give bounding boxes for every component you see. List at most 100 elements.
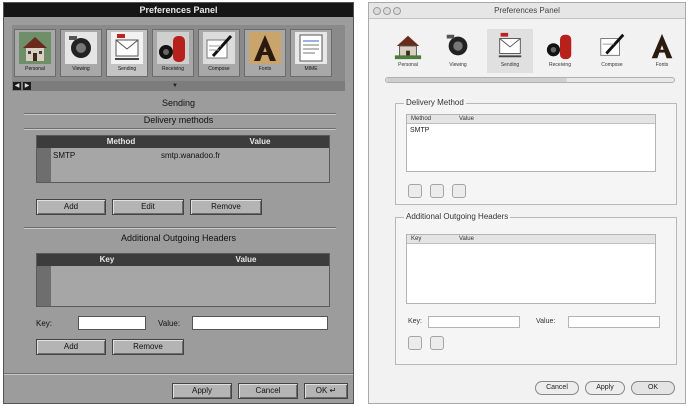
column-header-method: Method (106, 137, 136, 146)
pen-paper-icon (600, 33, 625, 56)
delivery-remove-button[interactable]: Remove (190, 199, 262, 215)
value-label: Value: (158, 319, 181, 328)
close-window-icon[interactable] (373, 7, 381, 15)
mailbox-icon (546, 34, 572, 60)
add-method-button[interactable] (408, 184, 422, 198)
toolbar-compose[interactable]: Compose (198, 29, 240, 77)
toolbar-label: Fonts (258, 66, 272, 72)
column-header-method: Method (411, 116, 432, 122)
toolbar-sending[interactable]: Sending (106, 29, 148, 77)
divider (24, 128, 336, 130)
key-input[interactable] (78, 316, 146, 330)
group-title: Delivery Method (404, 98, 466, 107)
left-preferences-window: Preferences Panel Personal Viewing Sendi… (3, 2, 354, 404)
toolbar-label: Sending (500, 62, 520, 68)
minimize-window-icon[interactable] (383, 7, 391, 15)
value-input[interactable] (568, 316, 660, 328)
toolbar-receiving[interactable]: Receiving (537, 29, 583, 73)
add-header-button[interactable] (408, 336, 422, 350)
edit-method-button[interactable] (430, 184, 444, 198)
toolbar-label: Compose (208, 66, 230, 72)
font-a-icon (249, 32, 281, 64)
document-icon (295, 32, 327, 64)
column-header-value: Value (235, 255, 257, 264)
outgoing-headers-table: Key Value (36, 253, 330, 307)
cell-method: SMTP (53, 151, 76, 160)
key-input[interactable] (428, 316, 520, 328)
scroll-thumb[interactable]: ▼ (172, 83, 178, 89)
delivery-methods-table: Method Value SMTP smtp.wanadoo.fr (36, 135, 330, 183)
toolbar-compose[interactable]: Compose (589, 29, 635, 73)
zoom-window-icon[interactable] (393, 7, 401, 15)
house-icon (19, 32, 51, 64)
toolbar-viewing[interactable]: Viewing (60, 29, 102, 77)
column-header-value: Value (459, 236, 474, 242)
font-a-icon (651, 33, 673, 59)
table-header: Key Value (37, 254, 329, 266)
toolbar-fonts[interactable]: Fonts (244, 29, 286, 77)
toolbar-receiving[interactable]: Receiving (152, 29, 194, 77)
toolbar-personal[interactable]: Personal (14, 29, 56, 77)
key-label: Key: (36, 319, 53, 328)
table-header: Method Value (407, 115, 655, 124)
apply-button[interactable]: Apply (585, 381, 625, 395)
group-title: Additional Outgoing Headers (404, 212, 511, 221)
scroll-thumb[interactable] (387, 78, 567, 82)
remove-header-button[interactable] (430, 336, 444, 350)
table-header: Method Value (37, 136, 329, 148)
header-add-button[interactable]: Add (36, 339, 106, 355)
window-title: Preferences Panel (4, 3, 353, 17)
column-header-value: Value (459, 116, 474, 122)
toolbar-sending[interactable]: Sending (487, 29, 533, 73)
divider (24, 227, 336, 229)
divider (4, 373, 353, 375)
scroll-right-arrow-icon[interactable]: ▶ (23, 82, 31, 90)
ok-button[interactable]: OK (631, 381, 675, 395)
preferences-toolbar: Personal Viewing Sending Receiving Compo… (12, 25, 345, 81)
scroll-left-arrow-icon[interactable]: ◀ (13, 82, 21, 90)
outbox-icon (111, 32, 143, 64)
outgoing-headers-table: Key Value (406, 234, 656, 304)
toolbar-label: Compose (601, 62, 623, 68)
cancel-button[interactable]: Cancel (238, 383, 298, 399)
toolbar-scrollbar[interactable]: ◀ ▶ ▼ (12, 81, 345, 91)
row-selector-column (37, 266, 51, 306)
value-label: Value: (536, 318, 556, 325)
camera-icon (446, 34, 468, 56)
section-title: Sending (161, 98, 196, 108)
delivery-add-button[interactable]: Add (36, 199, 106, 215)
column-header-key: Key (99, 255, 115, 264)
camera-icon (65, 32, 97, 64)
mailbox-icon (157, 32, 189, 64)
outgoing-headers-group: Additional Outgoing Headers Key Value Ke… (395, 212, 677, 365)
column-header-value: Value (249, 137, 271, 146)
toolbar-label: Viewing (449, 62, 467, 68)
toolbar-label: Receiving (549, 62, 571, 68)
toolbar-scrollbar[interactable] (385, 77, 675, 83)
delivery-group-title: Delivery methods (143, 115, 214, 125)
toolbar-mime[interactable]: MIME (290, 29, 332, 77)
toolbar-viewing[interactable]: Viewing (435, 29, 481, 73)
toolbar-label: Fonts (655, 62, 669, 68)
return-key-icon: ↵ (329, 386, 337, 395)
apply-button[interactable]: Apply (172, 383, 232, 399)
ok-label: OK (315, 386, 328, 395)
outbox-icon (498, 32, 522, 58)
toolbar-label: Receiving (162, 66, 184, 72)
ok-button[interactable]: OK ↵ (304, 383, 348, 399)
house-icon (394, 35, 422, 60)
toolbar-personal[interactable]: Personal (385, 29, 431, 73)
toolbar-fonts[interactable]: Fonts (639, 29, 685, 73)
cancel-button[interactable]: Cancel (535, 381, 579, 395)
toolbar-label: Sending (117, 66, 137, 72)
delivery-methods-table: Method Value SMTP (406, 114, 656, 172)
header-remove-button[interactable]: Remove (112, 339, 184, 355)
headers-group-title: Additional Outgoing Headers (120, 233, 237, 243)
value-input[interactable] (192, 316, 328, 330)
toolbar-label: Personal (398, 62, 418, 68)
delivery-edit-button[interactable]: Edit (112, 199, 184, 215)
table-header: Key Value (407, 235, 655, 244)
remove-method-button[interactable] (452, 184, 466, 198)
window-controls (373, 7, 403, 17)
toolbar-label: Viewing (72, 66, 90, 72)
